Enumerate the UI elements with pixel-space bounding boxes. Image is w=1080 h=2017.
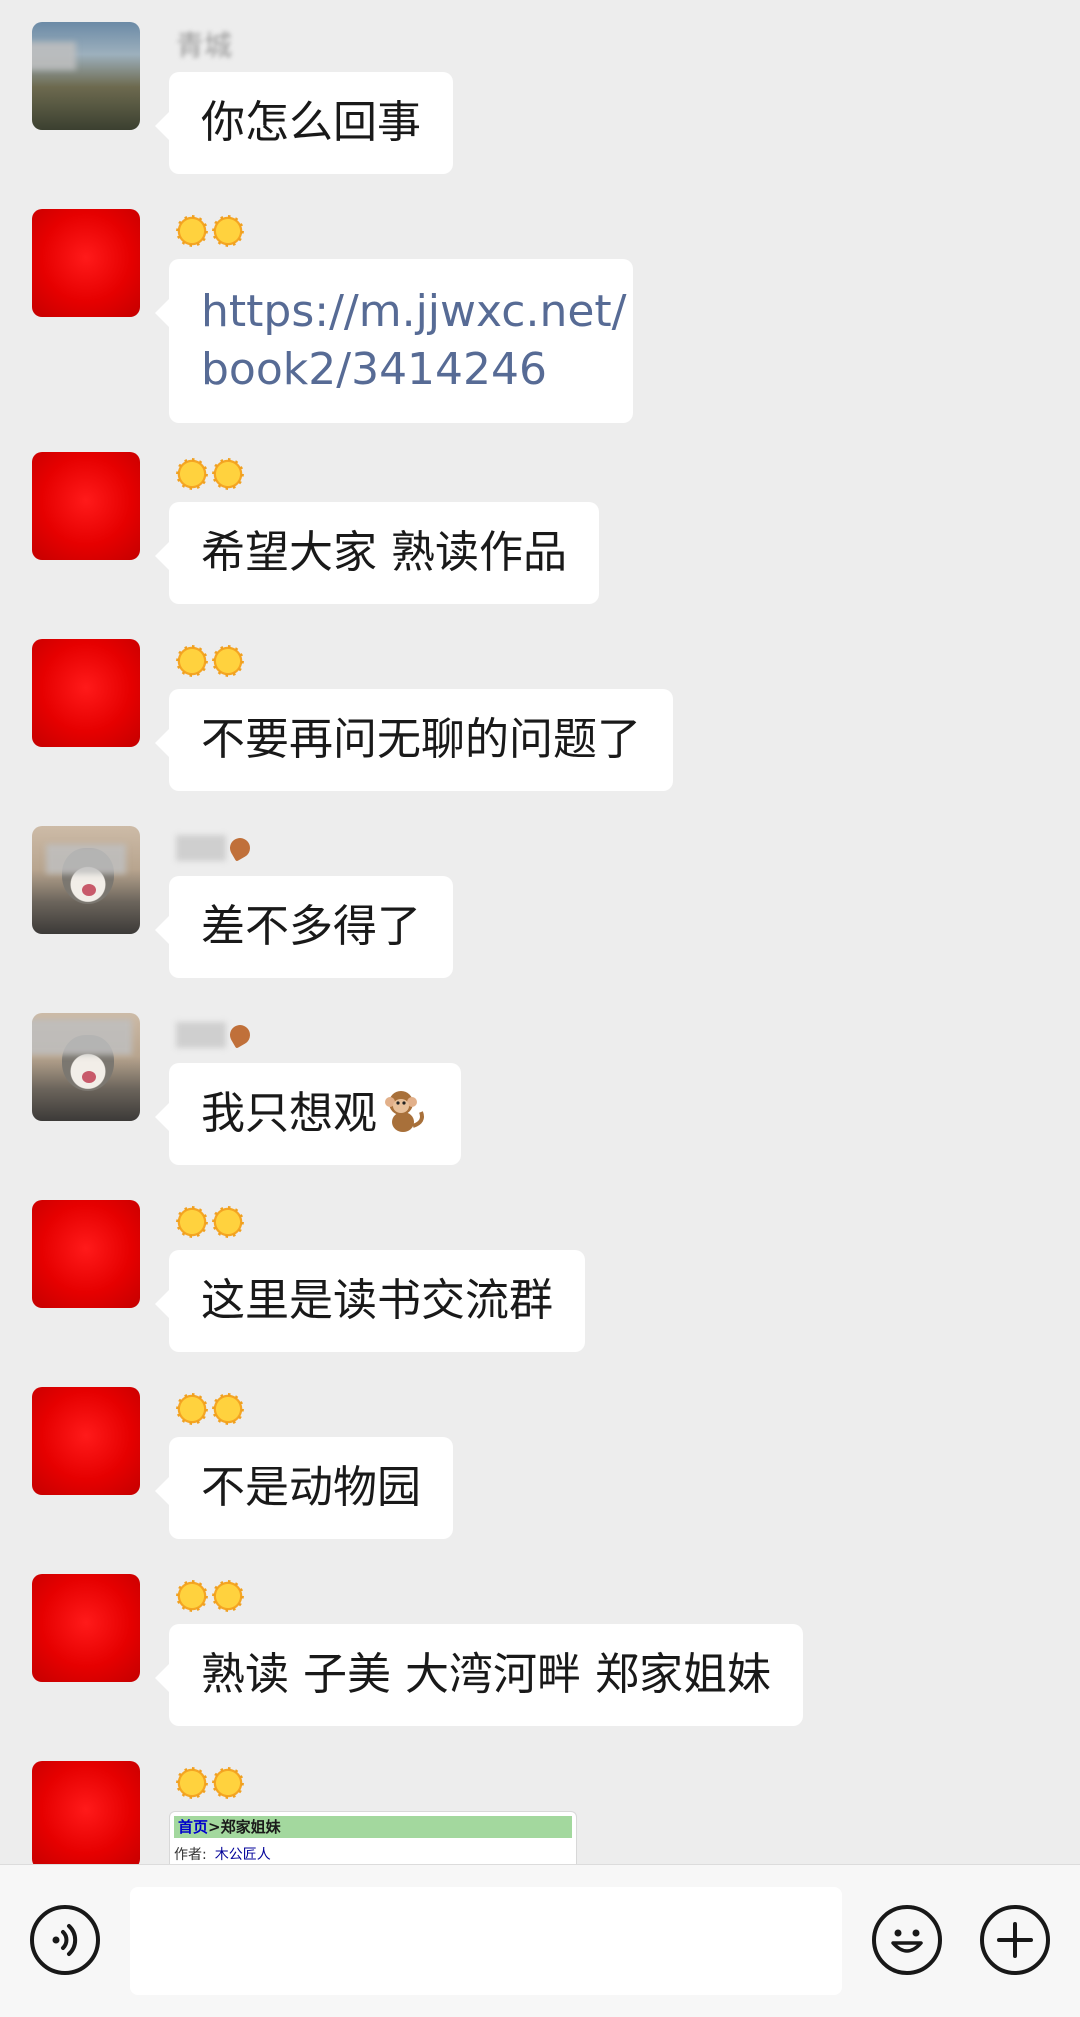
link-line: https://m.jjwxc.net/	[201, 286, 627, 337]
card-header: 首页>郑家姐妹	[174, 1816, 572, 1838]
sender-name	[176, 1015, 254, 1055]
message-bubble[interactable]: 我只想观	[155, 1063, 461, 1165]
message-bubble[interactable]: 不是动物园	[155, 1437, 453, 1539]
emoji-icon	[226, 834, 254, 862]
sun-emoji-icon	[212, 1580, 244, 1612]
sun-emoji-icon	[212, 1206, 244, 1238]
avatar[interactable]	[32, 826, 140, 934]
avatar[interactable]	[32, 1013, 140, 1121]
sender-name	[176, 1576, 244, 1616]
avatar[interactable]	[32, 1387, 140, 1495]
emoji-icon	[226, 1021, 254, 1049]
sun-emoji-icon	[212, 1393, 244, 1425]
card-author-label: 作者:	[174, 1847, 207, 1863]
chat-message-list[interactable]: 青城 你怎么回事 https://m.jjwxc.net/book2/34142…	[0, 0, 1080, 1864]
sun-emoji-icon	[176, 215, 208, 247]
card-author-line: 作者: 木公匠人	[170, 1844, 576, 1864]
avatar[interactable]	[32, 639, 140, 747]
sun-emoji-icon	[176, 1580, 208, 1612]
avatar[interactable]	[32, 22, 140, 130]
sun-emoji-icon	[212, 458, 244, 490]
sender-name-text: 青城	[176, 29, 233, 62]
sender-name	[176, 211, 244, 251]
message-input[interactable]	[130, 1887, 842, 1995]
message-bubble[interactable]: 不要再问无聊的问题了	[155, 689, 673, 791]
message-bubble[interactable]: 熟读 子美 大湾河畔 郑家姐妹	[155, 1624, 803, 1726]
message-bubble[interactable]: 希望大家 熟读作品	[155, 502, 599, 604]
avatar[interactable]	[32, 1761, 140, 1864]
sender-name	[176, 641, 244, 681]
emoji-button[interactable]	[872, 1905, 942, 1975]
sender-name	[176, 454, 244, 494]
sender-name: 青城	[176, 24, 232, 64]
message-bubble[interactable]: 你怎么回事	[155, 72, 453, 174]
card-home-link: 首页	[178, 1818, 209, 1836]
sun-emoji-icon	[212, 645, 244, 677]
message-bubble[interactable]: 差不多得了	[155, 876, 453, 978]
link-bubble[interactable]: https://m.jjwxc.net/book2/3414246	[155, 259, 633, 423]
monkey-icon	[385, 1091, 424, 1132]
sender-name	[176, 1763, 244, 1803]
sender-name	[176, 1389, 244, 1429]
avatar[interactable]	[32, 452, 140, 560]
image-message[interactable]: 首页>郑家姐妹 作者: 木公匠人	[169, 1811, 577, 1864]
message-text: 我只想观	[201, 1088, 377, 1139]
avatar[interactable]	[32, 1574, 140, 1682]
sun-emoji-icon	[176, 1206, 208, 1238]
sun-emoji-icon	[176, 458, 208, 490]
avatar[interactable]	[32, 1200, 140, 1308]
card-author: 木公匠人	[214, 1847, 271, 1863]
voice-icon	[52, 1924, 78, 1956]
plus-icon	[997, 1922, 1033, 1958]
sun-emoji-icon	[212, 1767, 244, 1799]
sun-emoji-icon	[212, 215, 244, 247]
sender-name	[176, 828, 254, 868]
card-separator: >	[208, 1818, 221, 1836]
avatar[interactable]	[32, 209, 140, 317]
card-book-title: 郑家姐妹	[220, 1818, 281, 1836]
smiley-icon	[891, 1929, 923, 1953]
voice-button[interactable]	[30, 1905, 100, 1975]
more-button[interactable]	[980, 1905, 1050, 1975]
sun-emoji-icon	[176, 1767, 208, 1799]
sender-name	[176, 1202, 244, 1242]
sun-emoji-icon	[176, 1393, 208, 1425]
input-bar	[0, 1864, 1080, 2017]
link-line: book2/3414246	[201, 344, 548, 395]
sun-emoji-icon	[176, 645, 208, 677]
message-bubble[interactable]: 这里是读书交流群	[155, 1250, 585, 1352]
